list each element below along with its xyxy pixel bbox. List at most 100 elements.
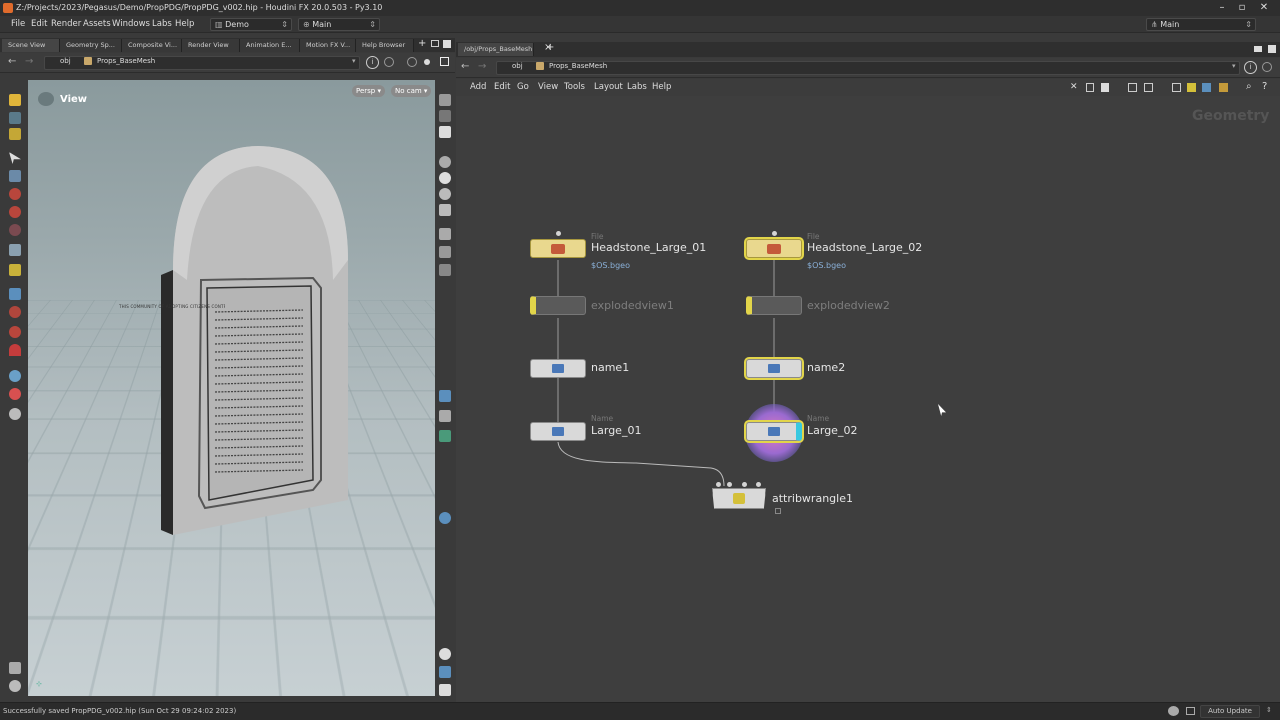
network-editor[interactable]: Geometry File Headstone_Large_01 $OS.bge… [456,96,1280,702]
dependency-icon[interactable] [1202,83,1211,92]
snap-display-icon[interactable] [439,390,451,402]
add-tab-icon[interactable]: + [546,42,554,53]
net-menu-help[interactable]: Help [652,82,671,92]
node-name[interactable]: Headstone_Large_01 [591,241,706,254]
node-name[interactable]: name1 [591,361,629,374]
world-icon[interactable] [439,512,451,524]
pane-menu-icon[interactable] [431,40,439,47]
viewport-layout-icon[interactable] [440,57,449,66]
brush-icon[interactable] [9,264,21,276]
menu-windows[interactable]: Windows [112,19,150,29]
tab-animation-editor[interactable]: Animation E... [240,39,300,52]
select-arrow-icon[interactable] [9,152,21,164]
node-large-02[interactable] [746,422,802,441]
tab-network[interactable]: /obj/Props_BaseMesh [458,43,534,56]
display-icon[interactable] [424,59,430,65]
net-menu-layout[interactable]: Layout [594,82,623,92]
list-icon[interactable] [1101,83,1109,92]
net-menu-tools[interactable]: Tools [564,82,585,92]
node-name2[interactable] [746,359,802,378]
chevron-updown-icon[interactable]: ⇕ [1266,706,1272,714]
red-sphere-icon[interactable] [9,206,21,218]
chat-icon[interactable] [1168,706,1179,716]
workspace-select[interactable]: ⊕ Main ⇕ [298,18,380,31]
node-input-dot[interactable] [716,482,721,487]
net-menu-view[interactable]: View [538,82,558,92]
maximize-pane-icon[interactable] [443,40,451,48]
record-icon[interactable] [9,388,21,400]
node-name[interactable]: attribwrangle1 [772,492,853,505]
node-name1[interactable] [530,359,586,378]
sticky-note-icon[interactable] [1187,83,1196,92]
node-name[interactable]: name2 [807,361,845,374]
normals-icon[interactable] [439,204,451,216]
right-path-field[interactable] [496,61,1240,75]
menu-assets[interactable]: Assets [83,19,111,29]
help-icon[interactable]: ? [1262,81,1267,92]
menu-render[interactable]: Render [51,19,81,29]
snap-icon[interactable] [9,244,21,256]
ghost-icon[interactable] [439,228,451,240]
node-name[interactable]: Large_02 [807,424,857,437]
template-icon[interactable] [439,410,451,422]
tree-icon[interactable] [1086,83,1094,92]
tumble-icon[interactable] [9,370,21,382]
lock-icon[interactable] [9,170,21,182]
node-input-dot[interactable] [742,482,747,487]
path-root[interactable]: obj [60,57,71,65]
pin-icon[interactable]: i [1244,61,1257,74]
path-node[interactable]: Props_BaseMesh [97,57,155,65]
tab-motion-fx-view[interactable]: Motion FX V... [300,39,356,52]
menu-edit[interactable]: Edit [31,19,47,29]
tab-render-view[interactable]: Render View [182,39,240,52]
view-tool-icon[interactable] [9,112,21,124]
visibility-icon[interactable] [9,662,21,674]
camera-menu[interactable]: No cam ▾ [391,85,432,97]
path-root[interactable]: obj [512,62,523,70]
camera-link-icon[interactable] [407,57,417,67]
persp-menu[interactable]: Persp ▾ [352,85,385,97]
maximize-pane-icon[interactable] [1268,45,1276,53]
net-menu-labs[interactable]: Labs [627,82,647,92]
wire-icon[interactable] [439,246,451,258]
tab-scene-view[interactable]: Scene View [2,39,60,52]
node-input-dot[interactable] [556,231,561,236]
tab-composite-view[interactable]: Composite Vi... [122,39,182,52]
shading-icon[interactable] [439,156,451,168]
info-icon[interactable] [439,648,451,660]
forward-arrow-icon[interactable]: → [25,56,33,67]
node-headstone-large-01[interactable] [530,239,586,258]
grid-icon[interactable] [439,666,451,678]
netbox-icon[interactable] [1219,83,1228,92]
node-name[interactable]: Large_01 [591,424,641,437]
scene-viewport[interactable]: View Persp ▾ No cam ▾ THIS COMMUNITY OF … [28,80,435,696]
light-icon[interactable] [439,172,451,184]
close-button[interactable]: ✕ [1254,1,1274,15]
node-large-01[interactable] [530,422,586,441]
screenshot-icon[interactable] [439,684,451,696]
node-headstone-large-02[interactable] [746,239,802,258]
add-tab-icon[interactable]: + [418,38,426,49]
wrench-icon[interactable]: ✕ [1070,82,1078,92]
node-explodedview1[interactable] [530,296,586,315]
settings-icon[interactable] [9,680,21,692]
image-icon[interactable] [1172,83,1181,92]
auto-update-select[interactable]: Auto Update [1200,705,1260,718]
handle-tool-icon[interactable] [9,128,21,140]
menu-help[interactable]: Help [175,19,194,29]
grid-snap-icon[interactable] [9,288,21,300]
point-display-icon[interactable] [439,188,451,200]
node-explodedview2[interactable] [746,296,802,315]
shortcut-icon[interactable] [439,430,451,442]
net-menu-go[interactable]: Go [517,82,529,92]
tab-help-browser[interactable]: Help Browser [356,39,414,52]
magnet-snap-icon[interactable] [9,344,21,356]
tab-geometry-spreadsheet[interactable]: Geometry Sp... [60,39,122,52]
link-icon[interactable] [384,57,394,67]
lock-camera-icon[interactable] [439,126,451,138]
maximize-button[interactable]: ▫ [1232,1,1252,15]
node-name[interactable]: explodedview2 [807,299,890,312]
display-options-icon[interactable] [9,408,21,420]
grid-view-icon[interactable] [1128,83,1137,92]
menu-labs[interactable]: Labs [152,19,172,29]
